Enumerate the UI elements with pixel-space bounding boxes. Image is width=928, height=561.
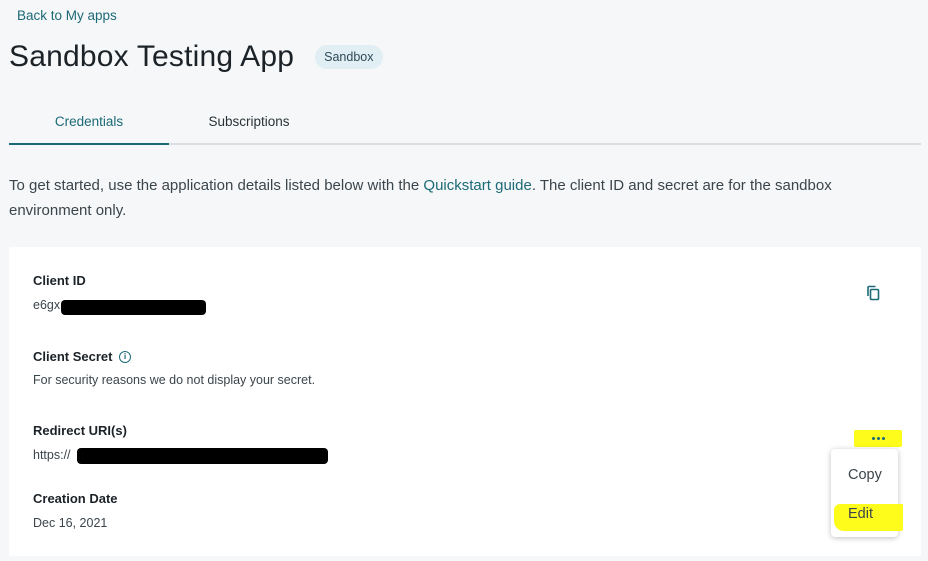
quickstart-guide-link[interactable]: Quickstart guide [423, 177, 531, 194]
back-to-apps-link[interactable]: Back to My apps [17, 8, 117, 23]
creation-date-label: Creation Date [33, 491, 118, 506]
page-title: Sandbox Testing App [9, 40, 295, 73]
more-actions-button[interactable] [854, 430, 902, 447]
client-secret-label: Client Secret [33, 349, 113, 364]
actions-menu: Copy Edit [831, 449, 903, 537]
client-id-redaction [61, 300, 206, 315]
redirect-uri-redaction [77, 448, 328, 464]
redirect-uris-label: Redirect URI(s) [33, 423, 127, 438]
credentials-card: Client ID e6gx Client Secret i For secur… [9, 247, 921, 556]
menu-item-copy[interactable]: Copy [831, 460, 898, 490]
app-details-page: Back to My apps Sandbox Testing App Sand… [0, 0, 928, 561]
intro-text-start: To get started, use the application deta… [9, 177, 424, 194]
creation-date-value: Dec 16, 2021 [33, 516, 108, 530]
info-icon[interactable]: i [119, 351, 131, 363]
redirect-uri-value: https:// [33, 448, 71, 462]
environment-badge: Sandbox [315, 45, 383, 69]
client-id-label: Client ID [33, 273, 86, 288]
intro-text: To get started, use the application deta… [9, 173, 889, 223]
more-horizontal-icon-dot [871, 437, 875, 440]
more-horizontal-icon-dot [876, 437, 880, 440]
client-id-value: e6gx [33, 298, 61, 312]
tab-subscriptions[interactable]: Subscriptions [169, 104, 329, 143]
more-horizontal-icon-dot [881, 437, 885, 440]
title-row: Sandbox Testing App Sandbox [9, 40, 383, 74]
copy-icon[interactable] [866, 285, 880, 301]
menu-item-edit[interactable]: Edit [831, 499, 898, 529]
tab-credentials[interactable]: Credentials [9, 104, 169, 145]
tab-bar: Credentials Subscriptions [9, 104, 921, 145]
client-secret-note: For security reasons we do not display y… [33, 373, 316, 387]
